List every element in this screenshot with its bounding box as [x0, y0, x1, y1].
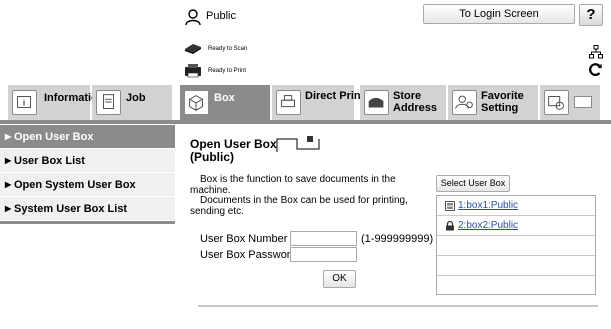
user-box-list: 1:box1:Public 2:box2:Public: [436, 195, 596, 295]
select-user-box-button[interactable]: Select User Box: [436, 175, 510, 192]
svg-text:i: i: [23, 99, 25, 108]
list-item-empty: [437, 256, 595, 276]
sidebar-item-system-user-box-list[interactable]: ▶ System User Box List: [0, 197, 175, 221]
sidebar-item-open-user-box[interactable]: ▶ Open User Box: [0, 125, 175, 149]
store-address-icon: [364, 90, 389, 115]
page-subtitle: (Public): [190, 150, 234, 164]
box-icon: [184, 90, 209, 115]
tab-box[interactable]: Box: [180, 85, 270, 120]
ok-button[interactable]: OK: [323, 270, 356, 288]
box-icon: [445, 201, 455, 211]
triangle-right-icon: ▶: [5, 156, 12, 165]
user-box-number-range: (1-999999999): [361, 233, 434, 245]
customize-icon: [544, 90, 569, 115]
bottom-divider: [198, 305, 598, 307]
tab-job[interactable]: Job: [92, 85, 172, 120]
sidebar-divider: [0, 221, 175, 224]
scan-status: Ready to Scan: [208, 46, 248, 52]
description-line-1: Box is the function to save documents in…: [200, 174, 396, 185]
tab-information[interactable]: i Information: [8, 85, 105, 120]
sidebar-item-label: Open System User Box: [14, 179, 136, 191]
triangle-right-icon: ▶: [5, 204, 12, 213]
help-button[interactable]: ?: [579, 4, 603, 26]
tab-box-label: Box: [214, 92, 235, 104]
box-link[interactable]: 1:box1:Public: [458, 200, 518, 211]
job-icon: [96, 90, 121, 115]
customize-panel-icon: [574, 96, 592, 108]
user-box-number-input[interactable]: [290, 231, 357, 246]
user-name: Public: [206, 10, 236, 22]
page-title: Open User Box: [190, 137, 277, 151]
list-item[interactable]: 2:box2:Public: [437, 216, 595, 236]
sidebar-item-label: System User Box List: [14, 203, 128, 215]
lock-icon: [446, 221, 454, 231]
to-login-screen-button[interactable]: To Login Screen: [423, 4, 575, 24]
printer-icon: [185, 64, 201, 78]
user-box-password-input[interactable]: [290, 247, 357, 262]
triangle-right-icon: ▶: [5, 132, 12, 141]
list-item-empty: [437, 236, 595, 256]
sidebar-item-user-box-list[interactable]: ▶ User Box List: [0, 149, 175, 173]
refresh-icon[interactable]: [588, 62, 603, 77]
network-icon[interactable]: [589, 45, 603, 59]
description-line-2: Documents in the Box can be used for pri…: [200, 195, 408, 206]
direct-print-icon: [276, 90, 301, 115]
user-box-password-label: User Box Password: [200, 249, 297, 261]
tab-store-address-label: Store Address: [393, 90, 438, 114]
tab-favorite-setting-label: Favorite Setting: [481, 90, 524, 114]
box-link[interactable]: 2:box2:Public: [458, 220, 518, 231]
print-status: Ready to Print: [208, 68, 247, 74]
tab-separator: [0, 120, 611, 124]
triangle-right-icon: ▶: [5, 180, 12, 189]
tab-direct-print-label: Direct Print: [305, 90, 365, 102]
tab-job-label: Job: [126, 92, 146, 104]
description-line-2b: sending etc.: [190, 206, 244, 217]
tab-direct-print[interactable]: Direct Print: [272, 85, 364, 120]
user-box-number-label: User Box Number: [200, 233, 288, 245]
user-icon: [185, 9, 201, 26]
scanner-icon: [185, 44, 201, 54]
tab-store-address[interactable]: Store Address: [360, 85, 446, 120]
favorite-setting-icon: [452, 90, 477, 115]
box-outline-icon: [276, 136, 320, 152]
list-item[interactable]: 1:box1:Public: [437, 196, 595, 216]
sidebar-item-label: User Box List: [14, 155, 85, 167]
information-icon: i: [12, 90, 37, 115]
tab-favorite-setting[interactable]: Favorite Setting: [448, 85, 538, 120]
sidebar-item-open-system-user-box[interactable]: ▶ Open System User Box: [0, 173, 175, 197]
tab-customize[interactable]: [540, 85, 600, 120]
sidebar-item-label: Open User Box: [14, 131, 94, 143]
